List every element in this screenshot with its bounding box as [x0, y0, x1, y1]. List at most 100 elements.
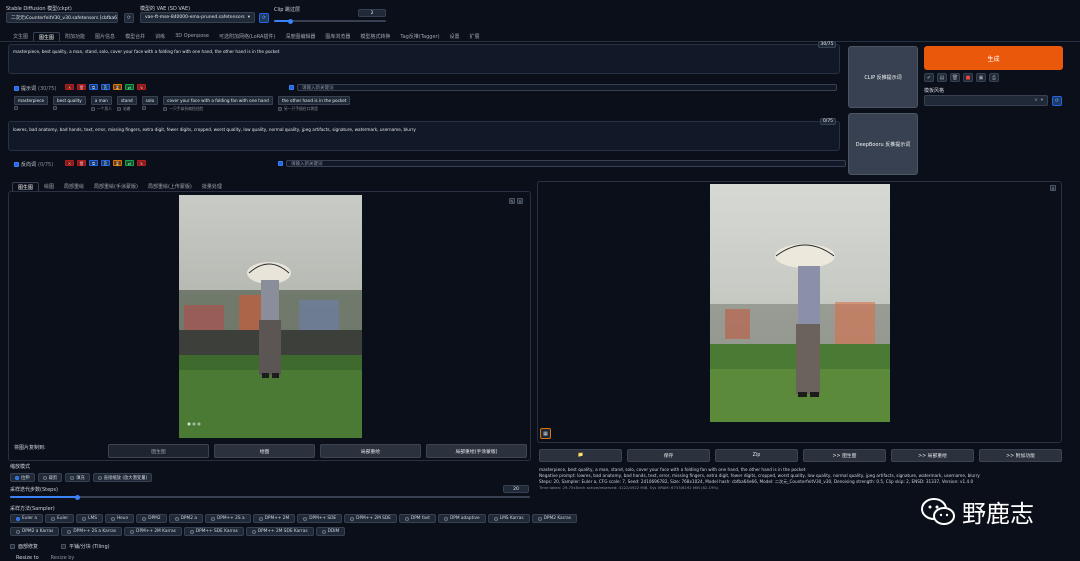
- sampler-option[interactable]: DPM++ SDE Karras: [183, 527, 244, 536]
- random-icon[interactable]: ↯: [137, 84, 146, 90]
- keyword-toggle[interactable]: [289, 85, 294, 90]
- copy-icon[interactable]: ⧉: [89, 160, 98, 166]
- trash-icon[interactable]: 🗑: [950, 73, 960, 82]
- prompt-input[interactable]: masterpiece, best quality, a man, stand,…: [9, 46, 839, 73]
- prompt-tag[interactable]: cover your face with a folding fan with …: [163, 96, 273, 112]
- copy-to-inpaint-sketch-button[interactable]: 局部重绘(手涂蒙版): [426, 444, 527, 458]
- prompt-tag-checkbox[interactable]: [14, 106, 18, 110]
- prompt-tag[interactable]: stand 站着: [116, 96, 137, 112]
- sampler-option[interactable]: DPM2 a Karras: [10, 527, 60, 536]
- copy-icon[interactable]: ⧉: [89, 84, 98, 90]
- resize-option[interactable]: 拉伸: [10, 473, 35, 482]
- prompt-tag-text[interactable]: stand: [116, 96, 137, 105]
- delete-icon[interactable]: ✕: [65, 160, 74, 166]
- refresh-vae-button[interactable]: ⟳: [259, 13, 269, 23]
- clear-icon[interactable]: ×: [1034, 98, 1038, 103]
- output-button-4[interactable]: >> 局部重绘: [891, 449, 974, 462]
- sampler-option[interactable]: DPM++ 2M Karras: [124, 527, 182, 536]
- prompt-tag[interactable]: a man 一个男人: [90, 96, 112, 112]
- copy-to-sketch-button[interactable]: 绘图: [214, 444, 315, 458]
- face-restore-checkbox[interactable]: [10, 544, 15, 549]
- prompt-keyword-input[interactable]: 请输入新关键词: [297, 84, 837, 91]
- prompt-tag-checkbox[interactable]: [53, 106, 58, 110]
- prompt-tag-checkbox[interactable]: [90, 107, 95, 111]
- negative-input[interactable]: lowres, bad anatomy, bad hands, text, er…: [9, 124, 839, 150]
- prompt-tag[interactable]: best quality: [53, 96, 86, 110]
- sampler-option[interactable]: DPM++ 2S a Karras: [61, 527, 123, 536]
- delete-icon[interactable]: ✕: [65, 84, 74, 90]
- prompt-tag-text[interactable]: solo: [141, 96, 159, 105]
- resize-to-tab[interactable]: Resize to: [16, 555, 39, 561]
- sampler-option[interactable]: DPM++ 2M: [252, 514, 296, 523]
- negative-keyword-toggle[interactable]: [278, 161, 283, 166]
- prompt-tag-text[interactable]: the other hand is in the pocket: [277, 96, 351, 105]
- model-select[interactable]: 二次元\CounterfeitV30_v30.safetensors [cbfb…: [6, 12, 118, 23]
- negative-keyword-input[interactable]: 请输入新关键词: [286, 160, 846, 167]
- steps-number[interactable]: 20: [503, 485, 529, 493]
- history-icon[interactable]: ⌛: [113, 84, 122, 90]
- clip-slider[interactable]: [274, 18, 386, 24]
- sampler-option[interactable]: DPM++ SDE: [297, 514, 343, 523]
- resize-option[interactable]: 填充: [65, 473, 90, 482]
- output-button-5[interactable]: >> 附加功能: [979, 449, 1062, 462]
- refresh-style-button[interactable]: ⟳: [1052, 96, 1062, 106]
- generate-button[interactable]: 生成: [924, 46, 1063, 70]
- extra-networks-icon[interactable]: ■: [963, 73, 973, 82]
- prompt-tag[interactable]: masterpiece: [14, 96, 49, 110]
- copy-to-img2img-button[interactable]: 图生图: [108, 444, 209, 458]
- vae-select[interactable]: vae-ft-mse-840000-ema-pruned.safetensors…: [140, 12, 255, 23]
- resize-option[interactable]: 裁剪: [37, 473, 63, 482]
- trash-icon[interactable]: 🗑: [77, 160, 86, 166]
- prompt-tag-checkbox[interactable]: [277, 107, 282, 111]
- sampler-option[interactable]: DPM2: [136, 514, 167, 523]
- sampler-option[interactable]: DPM fast: [398, 514, 436, 523]
- copy-to-inpaint-button[interactable]: 局部重绘: [320, 444, 421, 458]
- refresh-model-button[interactable]: ⟳: [124, 13, 134, 23]
- sampler-option[interactable]: Euler: [45, 514, 75, 523]
- steps-slider[interactable]: [10, 494, 530, 500]
- sampler-option[interactable]: DDIM: [315, 527, 346, 536]
- sampler-option[interactable]: Euler a: [10, 514, 44, 523]
- close-icon[interactable]: ×: [1050, 185, 1056, 191]
- save-style-icon[interactable]: ⎙: [989, 73, 999, 82]
- close-icon[interactable]: ×: [517, 198, 523, 204]
- output-button-3[interactable]: >> 图生图: [803, 449, 886, 462]
- input-image[interactable]: [179, 195, 362, 438]
- translate-icon[interactable]: ⇄: [125, 160, 134, 166]
- deepbooru-interrogate-button[interactable]: DeepBooru 反推提示词: [848, 113, 918, 175]
- resize-option[interactable]: 直接缩放 (放大潜变量): [92, 473, 153, 482]
- sampler-option[interactable]: LMS: [76, 514, 103, 523]
- prompt-tag-text[interactable]: best quality: [53, 96, 86, 105]
- clipboard-icon[interactable]: ▣: [976, 73, 986, 82]
- output-button-1[interactable]: 保存: [627, 449, 710, 462]
- clip-interrogate-button[interactable]: CLIP 反推提示词: [848, 46, 918, 108]
- prompt-tag-text[interactable]: a man: [90, 96, 112, 105]
- output-button-2[interactable]: Zip: [715, 449, 798, 462]
- prompt-tag-checkbox[interactable]: [163, 107, 168, 111]
- prompt-tag[interactable]: solo: [141, 96, 159, 110]
- output-image[interactable]: [710, 184, 890, 422]
- sampler-option[interactable]: DPM2 Karras: [531, 514, 578, 523]
- sampler-option[interactable]: DPM++ 2S a: [204, 514, 251, 523]
- check-icon[interactable]: ✔: [924, 73, 934, 82]
- prompt-tag-text[interactable]: masterpiece: [14, 96, 49, 105]
- edit-icon[interactable]: ✎: [509, 198, 515, 204]
- prompt-tag-checkbox[interactable]: [116, 107, 121, 111]
- paste-icon[interactable]: ⎘: [101, 160, 110, 166]
- resize-by-tab[interactable]: Resize by: [51, 555, 75, 561]
- output-button-0[interactable]: 📁: [539, 449, 622, 462]
- paste-icon[interactable]: ⎘: [101, 84, 110, 90]
- trash-icon[interactable]: 🗑: [77, 84, 86, 90]
- sampler-option[interactable]: DPM adaptive: [437, 514, 486, 523]
- output-thumbnail[interactable]: ▦: [540, 428, 551, 439]
- clip-number[interactable]: 2: [358, 9, 386, 17]
- prompt-tag-text[interactable]: cover your face with a folding fan with …: [163, 96, 273, 105]
- prompt-enable-checkbox[interactable]: [14, 86, 19, 91]
- sampler-option[interactable]: Heun: [104, 514, 135, 523]
- sampler-option[interactable]: DPM2 a: [168, 514, 203, 523]
- prompt-tag-checkbox[interactable]: [141, 106, 146, 110]
- tiling-checkbox[interactable]: [61, 544, 67, 549]
- negative-enable-checkbox[interactable]: [14, 162, 19, 167]
- read-icon[interactable]: ▤: [937, 73, 947, 82]
- translate-icon[interactable]: ⇄: [125, 84, 134, 90]
